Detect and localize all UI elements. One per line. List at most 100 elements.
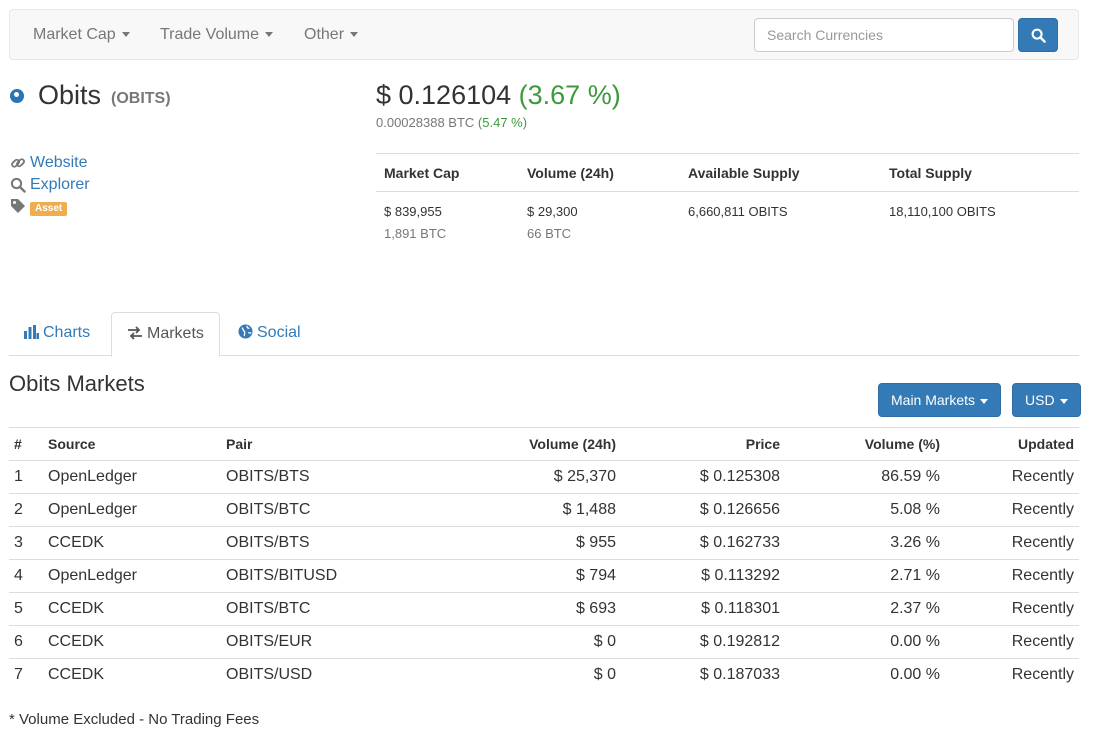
markets-table: # Source Pair Volume (24h) Price Volume … <box>9 427 1079 692</box>
row-pair-link[interactable]: OBITS/USD <box>221 658 371 692</box>
row-pair-link[interactable]: OBITS/BTC <box>221 592 371 626</box>
volume-usd: $ 29,300 <box>527 204 578 219</box>
header-volume[interactable]: Volume (24h) <box>371 427 621 461</box>
currency-dropdown[interactable]: USD <box>1012 383 1081 417</box>
tab-markets[interactable]: Markets <box>111 312 220 357</box>
header-updated[interactable]: Updated <box>945 427 1079 461</box>
top-navbar: Market Cap Trade Volume Other <box>9 9 1079 60</box>
row-price: $ 0.192812 <box>621 625 785 659</box>
volume-btc: 66 BTC <box>527 226 572 241</box>
caret-down-icon <box>121 32 130 38</box>
table-row: 6 CCEDK OBITS/EUR $ 0 $ 0.192812 0.00 % … <box>9 625 1079 659</box>
row-rank: 3 <box>9 526 43 560</box>
stats-header-available-supply: Available Supply <box>688 165 800 181</box>
row-rank: 2 <box>9 493 43 527</box>
row-volume-percent: 0.00 % <box>785 625 945 659</box>
nav-other-dropdown[interactable]: Other <box>304 10 359 59</box>
row-source-link[interactable]: CCEDK <box>43 658 221 692</box>
stats-header-volume: Volume (24h) <box>527 165 614 181</box>
search-button[interactable] <box>1018 18 1058 52</box>
coin-logo <box>10 89 24 103</box>
nav-other-label: Other <box>304 26 345 43</box>
row-source-link[interactable]: CCEDK <box>43 625 221 659</box>
nav-trade-volume-dropdown[interactable]: Trade Volume <box>160 10 274 59</box>
market-cap-usd: $ 839,955 <box>384 204 442 219</box>
row-updated: Recently <box>945 526 1079 560</box>
header-pair[interactable]: Pair <box>221 427 371 461</box>
header-price[interactable]: Price <box>621 427 785 461</box>
coin-name: Obits <box>38 80 102 110</box>
main-markets-label: Main Markets <box>891 392 976 408</box>
row-updated: Recently <box>945 658 1079 692</box>
row-volume: $ 794 <box>371 559 621 593</box>
price-usd: $ 0.126104 <box>376 80 512 110</box>
globe-icon <box>238 324 253 339</box>
row-price: $ 0.118301 <box>621 592 785 626</box>
coin-symbol: (OBITS) <box>111 90 171 107</box>
bar-chart-icon <box>24 325 39 339</box>
tab-charts[interactable]: Charts <box>9 312 105 356</box>
currency-label: USD <box>1025 392 1055 408</box>
row-volume-percent: 0.00 % <box>785 658 945 692</box>
header-rank[interactable]: # <box>9 427 43 461</box>
price-btc: 0.00028388 BTC <box>376 115 475 130</box>
caret-down-icon <box>265 32 274 38</box>
tab-markets-label: Markets <box>147 325 204 342</box>
nav-trade-volume-label: Trade Volume <box>160 26 260 43</box>
row-updated: Recently <box>945 592 1079 626</box>
row-price: $ 0.125308 <box>699 468 780 485</box>
row-volume: $ 0 <box>371 658 621 692</box>
markets-title: Obits Markets <box>9 371 145 396</box>
stats-header-total-supply: Total Supply <box>889 165 972 181</box>
row-source-link[interactable]: CCEDK <box>43 592 221 626</box>
nav-market-cap-dropdown[interactable]: Market Cap <box>33 10 130 59</box>
search-input[interactable] <box>754 18 1014 52</box>
available-supply: 6,660,811 OBITS <box>688 204 788 219</box>
main-markets-dropdown[interactable]: Main Markets <box>878 383 1002 417</box>
row-pair-link[interactable]: OBITS/BITUSD <box>221 559 371 593</box>
header-source[interactable]: Source <box>43 427 221 461</box>
row-volume: $ 1,488 <box>371 493 621 527</box>
row-pair-link[interactable]: OBITS/BTS <box>221 461 371 494</box>
website-link-label: Website <box>30 154 88 171</box>
header-volume-percent[interactable]: Volume (%) <box>785 427 945 461</box>
stats-values-row: $ 839,955 1,891 BTC $ 29,300 66 BTC 6,66… <box>376 192 1079 252</box>
tab-social[interactable]: Social <box>223 312 316 356</box>
table-row: 5 CCEDK OBITS/BTC $ 693 $ 0.118301 2.37 … <box>9 592 1079 626</box>
row-updated: Recently <box>945 625 1079 659</box>
table-row: 4 OpenLedger OBITS/BITUSD $ 794 $ 0.1132… <box>9 559 1079 593</box>
table-row: 2 OpenLedger OBITS/BTC $ 1,488 $ 0.12665… <box>9 493 1079 527</box>
link-icon <box>11 158 25 168</box>
caret-down-icon <box>1059 398 1068 404</box>
table-row: 7 CCEDK OBITS/USD $ 0 $ 0.187033 0.00 % … <box>9 658 1079 692</box>
row-volume-percent: 2.71 % <box>785 559 945 593</box>
row-volume: $ 25,370 <box>553 468 616 485</box>
volume-footnote: * Volume Excluded - No Trading Fees <box>9 711 260 728</box>
row-pair-link[interactable]: OBITS/EUR <box>221 625 371 659</box>
row-volume: $ 693 <box>371 592 621 626</box>
row-pair-link[interactable]: OBITS/BTC <box>221 493 371 527</box>
search-icon <box>1031 28 1046 43</box>
row-volume: $ 955 <box>371 526 621 560</box>
price-btc-change-percent: (5.47 %) <box>477 115 528 130</box>
tab-social-label: Social <box>257 324 301 341</box>
coin-tabs: Charts Markets Social <box>9 312 1079 357</box>
row-volume: $ 0 <box>371 625 621 659</box>
row-source-link[interactable]: CCEDK <box>43 526 221 560</box>
transfer-arrows-icon <box>128 326 142 340</box>
row-source-link[interactable]: OpenLedger <box>43 493 221 527</box>
table-row: 3 CCEDK OBITS/BTS $ 955 $ 0.162733 3.26 … <box>9 526 1079 560</box>
row-updated: Recently <box>945 559 1079 593</box>
magnifier-icon <box>10 177 26 193</box>
row-rank: 1 <box>14 468 23 485</box>
row-pair-link[interactable]: OBITS/BTS <box>221 526 371 560</box>
row-rank: 7 <box>9 658 43 692</box>
row-source-link[interactable]: OpenLedger <box>43 461 221 494</box>
price-btc-line: 0.00028388 BTC (5.47 %) <box>376 115 527 130</box>
explorer-link-label: Explorer <box>30 176 90 193</box>
coin-stats-table: Market Cap Volume (24h) Available Supply… <box>376 153 1079 252</box>
row-updated: Recently <box>1011 468 1074 485</box>
row-source-link[interactable]: OpenLedger <box>43 559 221 593</box>
row-volume-percent: 3.26 % <box>785 526 945 560</box>
row-rank: 6 <box>9 625 43 659</box>
